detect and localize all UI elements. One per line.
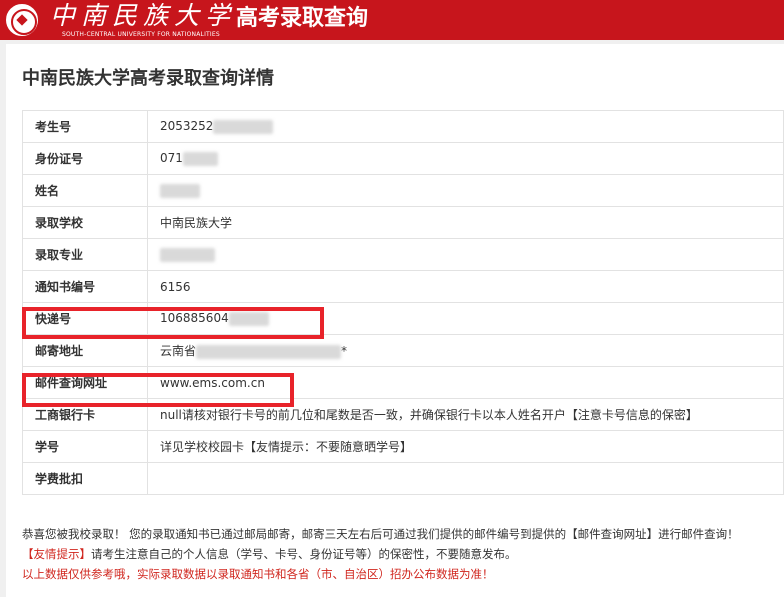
table-row: 身份证号 071 xyxy=(22,142,784,175)
table-row: 快递号 106885604 xyxy=(22,302,784,335)
table-row: 学号 详见学校校园卡【友情提示：不要随意晒学号】 xyxy=(22,430,784,463)
row-label: 学号 xyxy=(22,430,148,463)
redacted-blur xyxy=(213,119,274,134)
row-label: 工商银行卡 xyxy=(22,398,148,431)
redacted-blur xyxy=(160,247,215,262)
row-value: 中南民族大学 xyxy=(147,206,784,239)
university-logo-icon xyxy=(6,4,38,36)
header-title: 高考录取查询 xyxy=(236,6,369,31)
site-header: 中南民族大学 SOUTH-CENTRAL UNIVERSITY FOR NATI… xyxy=(0,0,784,40)
notice-line: 【友情提示】请考生注意自己的个人信息（学号、卡号、身份证号等）的保密性，不要随意… xyxy=(22,547,517,561)
row-label: 考生号 xyxy=(22,110,148,143)
row-label: 快递号 xyxy=(22,302,148,335)
page-title: 中南民族大学高考录取查询详情 xyxy=(22,68,274,89)
redacted-blur xyxy=(182,151,218,166)
university-name-cn: 中南民族大学 xyxy=(50,1,237,30)
row-value xyxy=(147,238,784,271)
table-row: 考生号 2053252 xyxy=(22,110,784,143)
row-value xyxy=(147,462,784,495)
row-value: null请核对银行卡号的前几位和尾数是否一致，并确保银行卡以本人姓名开户【注意卡… xyxy=(147,398,784,431)
row-label: 邮寄地址 xyxy=(22,334,148,367)
table-row: 录取专业 xyxy=(22,238,784,271)
row-value: 2053252 xyxy=(147,110,784,143)
row-value: 详见学校校园卡【友情提示：不要随意晒学号】 xyxy=(147,430,784,463)
redacted-blur xyxy=(196,344,342,359)
ems-link[interactable]: www.ems.com.cn xyxy=(147,366,784,399)
university-name-en: SOUTH-CENTRAL UNIVERSITY FOR NATIONALITI… xyxy=(62,31,220,38)
table-row: 录取学校 中南民族大学 xyxy=(22,206,784,239)
detail-card: 中南民族大学高考录取查询详情 考生号 2053252 身份证号 071 姓名 录… xyxy=(6,44,784,597)
row-label: 学费批扣 xyxy=(22,462,148,495)
admission-info-table: 考生号 2053252 身份证号 071 姓名 录取学校 中南民族大学 录取专业… xyxy=(22,110,784,495)
row-label: 录取学校 xyxy=(22,206,148,239)
tip-tag: 【友情提示】 xyxy=(22,547,91,561)
disclaimer-line: 以上数据仅供参考哦，实际录取数据以录取通知书和各省（市、自治区）招办公布数据为准… xyxy=(22,567,494,581)
row-label: 通知书编号 xyxy=(22,270,148,303)
redacted-blur xyxy=(228,311,269,326)
row-value: 106885604 xyxy=(147,302,784,335)
row-label: 邮件查询网址 xyxy=(22,366,148,399)
table-row: 邮件查询网址 www.ems.com.cn xyxy=(22,366,784,399)
row-label: 录取专业 xyxy=(22,238,148,271)
notice-line: 恭喜您被我校录取！ 您的录取通知书已通过邮局邮寄，邮寄三天左右后可通过我们提供的… xyxy=(22,527,739,541)
table-row: 邮寄地址 云南省 * xyxy=(22,334,784,367)
table-row: 姓名 xyxy=(22,174,784,207)
row-value: 071 xyxy=(147,142,784,175)
row-label: 姓名 xyxy=(22,174,148,207)
row-value: 云南省 * xyxy=(147,334,784,367)
notice-block: 恭喜您被我校录取！ 您的录取通知书已通过邮局邮寄，邮寄三天左右后可通过我们提供的… xyxy=(22,524,739,584)
redacted-blur xyxy=(160,183,200,198)
table-row: 学费批扣 xyxy=(22,462,784,495)
row-value xyxy=(147,174,784,207)
table-row: 通知书编号 6156 xyxy=(22,270,784,303)
row-value: 6156 xyxy=(147,270,784,303)
table-row: 工商银行卡 null请核对银行卡号的前几位和尾数是否一致，并确保银行卡以本人姓名… xyxy=(22,398,784,431)
row-label: 身份证号 xyxy=(22,142,148,175)
